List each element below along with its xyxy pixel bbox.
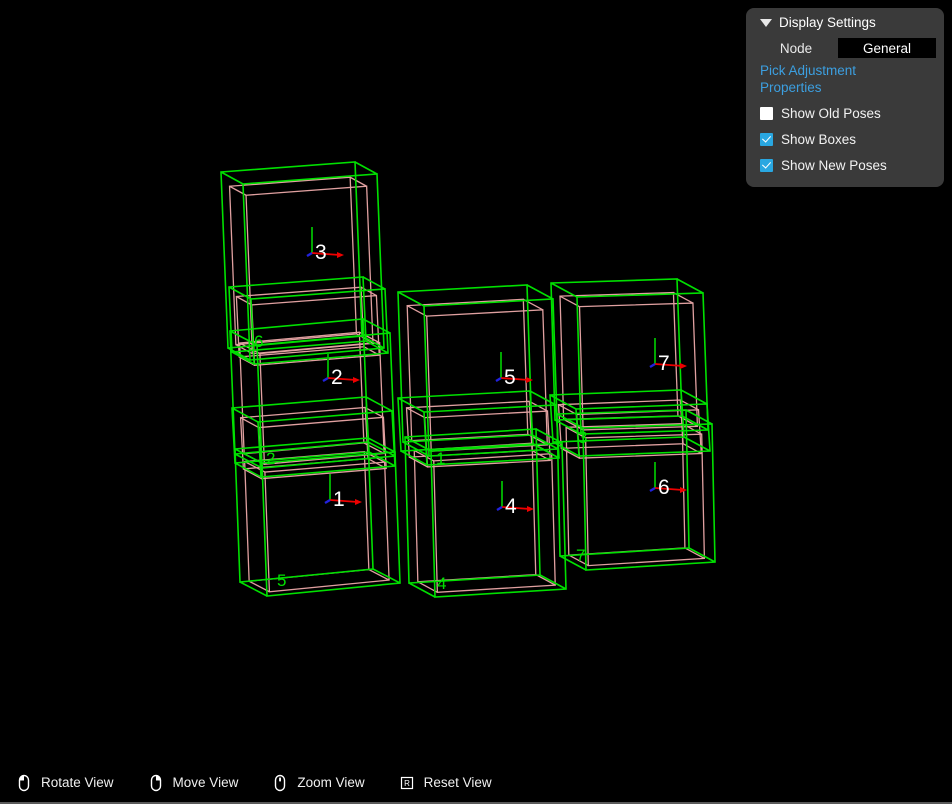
axis-x-arrow [680,363,687,369]
axis-z [649,362,656,369]
slab-right-edge [683,436,711,452]
toolbar-item-zoom-view[interactable]: Zoom View [272,774,365,792]
box-5-edge [397,291,425,307]
box-4-edge [539,574,567,590]
box-7-edge [550,282,578,298]
box-corner-label-6: 6 [254,332,263,351]
axis-x-arrow [355,499,362,505]
triangle-down-icon[interactable] [760,19,772,27]
pose-wireframes [228,176,706,593]
axis-z [324,498,331,505]
pose-label-1: 1 [333,488,345,511]
right-stack [550,278,716,571]
pose-label-3: 3 [315,241,327,264]
link-line-2[interactable]: Properties [760,79,930,96]
panel-bottom-padding [746,178,944,187]
box-wireframes [220,161,716,598]
box-3-pose [228,176,374,355]
toolbar-label-zoom-view: Zoom View [297,775,365,790]
slab-middle-edge [529,390,557,406]
mouse-right-button-icon [150,774,161,791]
slab-right-pose-edge [560,447,580,459]
node-row: Node General [754,38,936,58]
slab-left-lower-pose-edge [243,468,262,480]
axis-z [649,486,656,493]
box-4-edge [408,582,436,598]
checkbox-show-old-poses[interactable] [760,106,773,120]
axis-z [322,376,329,383]
axis-z [496,505,503,512]
checkbox-row-show-new-poses[interactable]: Show New Poses [746,152,944,178]
checkbox-show-new-poses[interactable] [760,158,773,172]
box-6-pose-edge [684,547,705,559]
checkbox-show-boxes[interactable] [760,132,773,146]
box-6-face [582,423,716,571]
box-5-edge [526,284,554,300]
toolbar-label-reset-view: Reset View [423,775,492,790]
box-corner-label-2: 2 [266,449,275,468]
box-4-face [404,428,541,584]
axis-z [495,376,502,383]
axis-x-arrow [337,252,344,258]
pose-label-5: 5 [504,366,516,389]
toolbar-label-move-view: Move View [172,775,239,790]
slab-middle-pose-edge [406,407,426,419]
application-window: 1 2 3 4 5 6 7 5 2 6 4 1 7 3 Display Settings Node Gen… [0,0,952,804]
toolbar-item-reset-view[interactable]: R Reset View [399,774,492,792]
box-corner-label-4: 4 [437,574,446,593]
toolbar-label-rotate-view: Rotate View [41,775,114,790]
checkbox-label-show-new-poses: Show New Poses [781,157,887,173]
box-3-pose-edge [349,176,367,187]
toolbar-spacer-3 [365,782,383,783]
box-corner-label-3: 3 [578,428,587,447]
toolbar-spacer-2 [238,782,256,783]
checkbox-row-show-old-poses[interactable]: Show Old Poses [746,100,944,126]
box-corner-label-5: 5 [277,571,286,590]
box-1-pose-edge [368,568,390,581]
axis-x-arrow [353,377,360,383]
toolbar-item-rotate-view[interactable]: Rotate View [16,774,114,792]
checkbox-label-show-old-poses: Show Old Poses [781,105,881,121]
node-general-tab[interactable]: General [838,38,936,58]
pose-label-2: 2 [331,366,343,389]
display-settings-panel[interactable]: Display Settings Node General Pick Adjus… [746,8,944,187]
slab-left-lower-edge [365,396,393,412]
svg-text:R: R [404,779,410,788]
box-corner-label-7: 7 [576,546,585,565]
mouse-left-button-icon [18,774,30,791]
axis-x-arrow [527,506,534,512]
box-3-edge [220,171,244,185]
node-label: Node [779,40,813,56]
box-6-edge [688,547,716,563]
box-7-edge [676,278,704,294]
slab-middle-pose-edge [409,456,428,468]
panel-title: Display Settings [779,15,876,30]
key-r-icon: R [400,776,413,789]
pick-adjustment-properties-link[interactable]: Pick Adjustment Properties [746,61,944,100]
checkbox-row-show-boxes[interactable]: Show Boxes [746,126,944,152]
slab-middle-face [397,390,534,452]
box-3-edge [354,161,378,175]
pose-label-4: 4 [505,495,517,518]
box-6-edge [556,413,584,429]
checkbox-label-show-boxes: Show Boxes [781,131,857,147]
pose-label-6: 6 [658,476,670,499]
panel-header[interactable]: Display Settings [746,8,944,36]
mouse-scroll-wheel-icon [275,774,286,791]
box-5-face [397,284,533,443]
box-7-face [550,278,683,421]
axis-z [306,251,313,258]
toolbar-item-move-view[interactable]: Move View [148,774,239,792]
pose-label-7: 7 [658,352,670,375]
toolbar-spacer-1 [114,782,132,783]
link-line-1[interactable]: Pick Adjustment [760,62,930,79]
view-controls-toolbar: Rotate View Move View Zoom View R Reset [0,760,952,804]
box-4-pose-edge [535,574,556,586]
box-corner-label-1: 1 [436,449,445,468]
